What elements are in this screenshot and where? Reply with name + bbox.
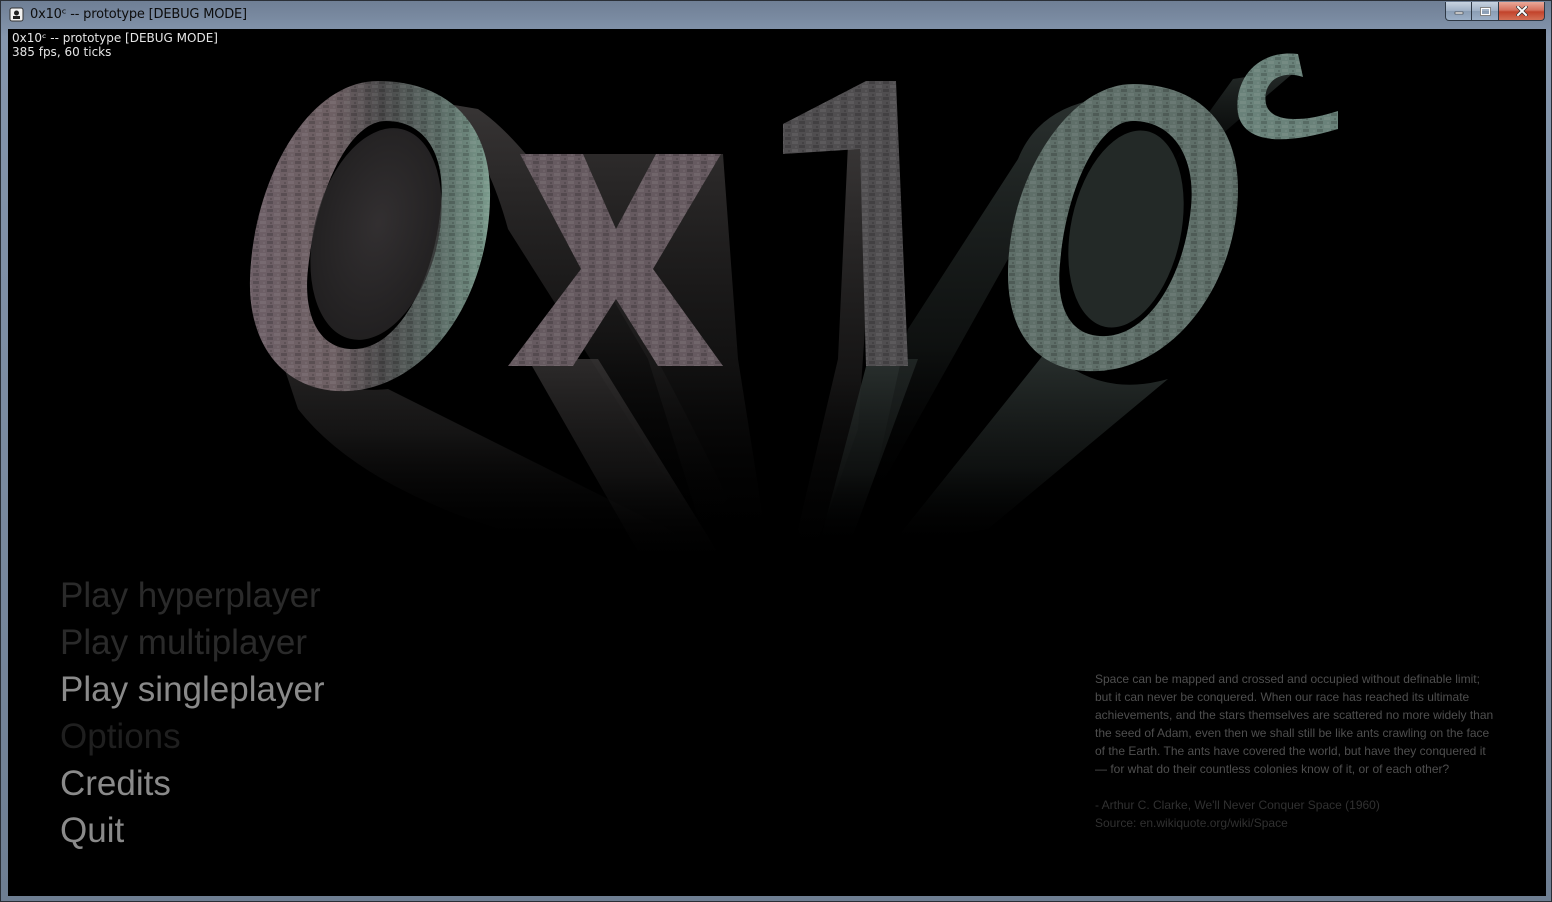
debug-fps: 385 fps, 60 ticks: [12, 45, 112, 59]
debug-title: 0x10ᶜ -- prototype [DEBUG MODE]: [12, 31, 218, 45]
menu-play-multiplayer[interactable]: Play multiplayer: [60, 619, 325, 666]
minimize-icon: [1454, 11, 1463, 15]
window-controls: [1445, 2, 1545, 21]
close-button[interactable]: [1499, 2, 1545, 21]
menu-play-singleplayer[interactable]: Play singleplayer: [60, 666, 325, 713]
quote-source: Source: en.wikiquote.org/wiki/Space: [1095, 816, 1288, 830]
app-window: 0x10ᶜ -- prototype [DEBUG MODE] 0x10ᶜ --…: [0, 0, 1552, 902]
menu-credits[interactable]: Credits: [60, 760, 325, 807]
app-icon: [9, 7, 24, 22]
debug-overlay: 0x10ᶜ -- prototype [DEBUG MODE] 385 fps,…: [12, 31, 218, 59]
window-title: 0x10ᶜ -- prototype [DEBUG MODE]: [30, 7, 247, 22]
menu-options[interactable]: Options: [60, 713, 325, 760]
main-menu: Play hyperplayer Play multiplayer Play s…: [60, 572, 325, 854]
game-viewport[interactable]: 0x10ᶜ -- prototype [DEBUG MODE] 385 fps,…: [8, 29, 1546, 896]
maximize-button[interactable]: [1472, 2, 1499, 21]
minimize-button[interactable]: [1445, 2, 1472, 21]
title-bar[interactable]: 0x10ᶜ -- prototype [DEBUG MODE]: [1, 1, 1551, 29]
close-icon: [1515, 6, 1528, 16]
menu-play-hyperplayer[interactable]: Play hyperplayer: [60, 572, 325, 619]
quote-attribution: - Arthur C. Clarke, We'll Never Conquer …: [1095, 796, 1495, 832]
menu-quit[interactable]: Quit: [60, 807, 325, 854]
maximize-icon: [1479, 6, 1491, 16]
quote-text: Space can be mapped and crossed and occu…: [1095, 672, 1494, 776]
quote-author: - Arthur C. Clarke, We'll Never Conquer …: [1095, 798, 1380, 812]
logo-faces: [249, 53, 1338, 392]
quote-panel: Space can be mapped and crossed and occu…: [1095, 670, 1495, 832]
